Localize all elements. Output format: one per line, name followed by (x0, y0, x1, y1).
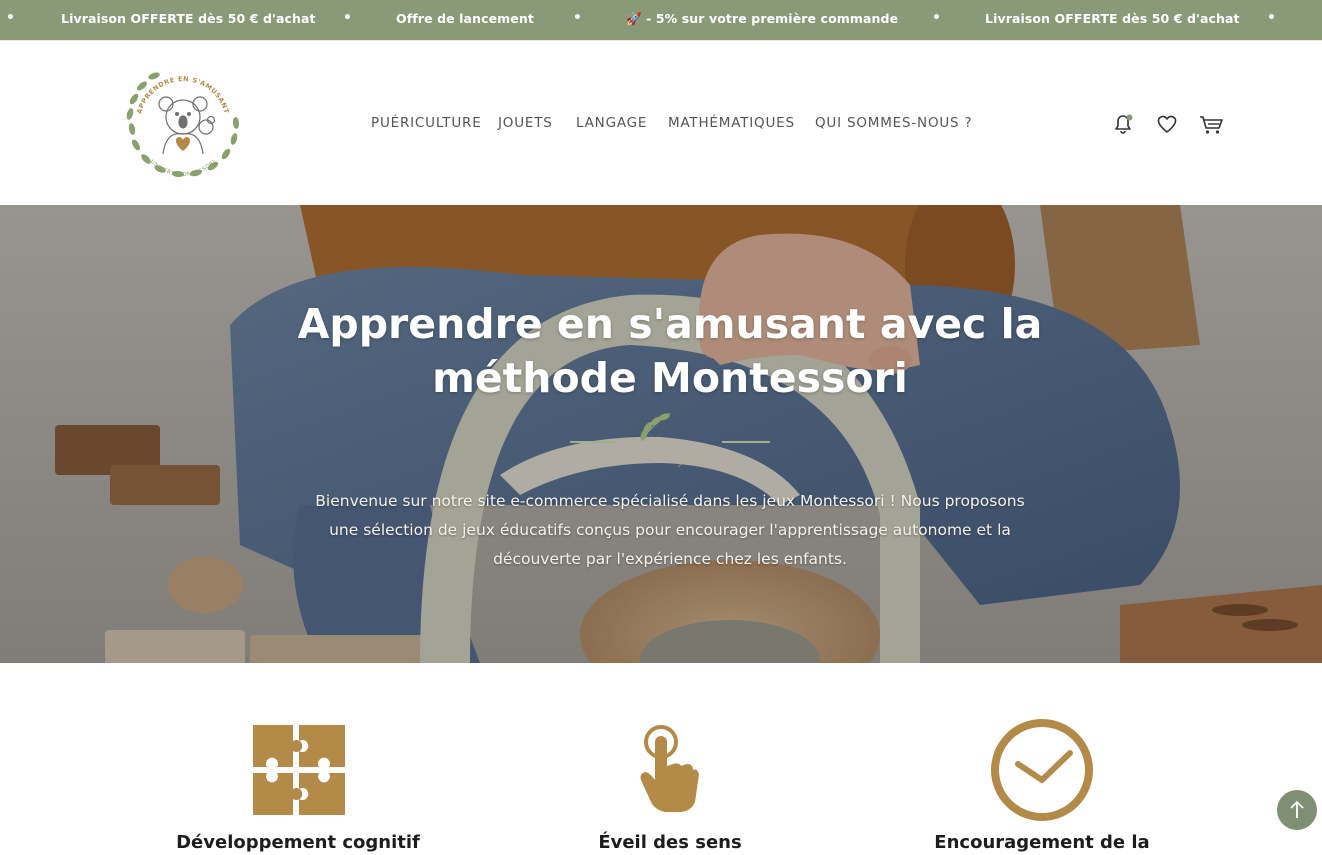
separator-dot: • (6, 10, 15, 26)
feature-title-cognitive: Développement cognitif (176, 832, 420, 853)
svg-text:APPRENDRE EN S'AMUSANT: APPRENDRE EN S'AMUSANT (135, 75, 230, 115)
hero-description: Bienvenue sur notre site e-commerce spéc… (260, 487, 1080, 574)
nav-item-qui-sommes-nous[interactable]: QUI SOMMES-NOUS ? (815, 115, 972, 131)
svg-text:UNIVERS MONTESSORI: UNIVERS MONTESSORI (149, 159, 218, 178)
announcement-item: Offre de lancement (396, 11, 534, 26)
separator-dot: • (932, 10, 941, 26)
bell-icon[interactable] (1110, 111, 1136, 137)
nav-item-mathematiques[interactable]: MATHÉMATIQUES (668, 115, 795, 131)
hero-title: Apprendre en s'amusant avec la méthode M… (160, 297, 1180, 405)
cart-icon[interactable] (1198, 111, 1224, 137)
puzzle-icon (253, 725, 345, 815)
nav-item-puericulture[interactable]: PUÉRICULTURE (371, 115, 482, 131)
hero-description-line: découverte par l'expérience chez les enf… (493, 550, 847, 568)
heart-icon[interactable] (1154, 111, 1180, 137)
announcement-item: Livraison OFFERTE dès 50 € d'achat (61, 11, 316, 26)
announcement-bar: • Livraison OFFERTE dès 50 € d'achat • O… (0, 0, 1322, 40)
feature-title-encouragement: Encouragement de la (934, 832, 1150, 853)
announcement-item: Livraison OFFERTE dès 50 € d'achat (985, 11, 1240, 26)
separator-dot: • (573, 10, 582, 26)
touch-hand-icon (640, 725, 699, 812)
hero-title-line: Apprendre en s'amusant avec la (297, 300, 1043, 348)
logo-top-text: APPRENDRE EN S'AMUSANT (135, 75, 230, 115)
hero-description-line: une sélection de jeux éducatifs conçus p… (329, 521, 1011, 539)
logo-bottom-text: UNIVERS MONTESSORI (149, 159, 217, 178)
hero-title-line: méthode Montessori (432, 354, 908, 402)
scroll-to-top-button[interactable] (1277, 790, 1317, 830)
site-header: APPRENDRE EN S'AMUSANT UNIVERS MONTESSOR… (0, 40, 1322, 205)
leaf-divider-icon (570, 412, 770, 468)
hero-description-line: Bienvenue sur notre site e-commerce spéc… (315, 492, 1025, 510)
arrow-up-icon (1290, 801, 1304, 818)
feature-title-senses: Éveil des sens (598, 832, 742, 853)
separator-dot: • (343, 10, 352, 26)
announcement-item: 🚀 - 5% sur votre première commande (626, 11, 899, 26)
clock-icon (991, 719, 1093, 821)
hero-banner: Apprendre en s'amusant avec la méthode M… (0, 205, 1322, 663)
nav-item-jouets[interactable]: JOUETS (498, 115, 553, 131)
nav-item-langage[interactable]: LANGAGE (576, 115, 647, 131)
separator-dot: • (1267, 10, 1276, 26)
